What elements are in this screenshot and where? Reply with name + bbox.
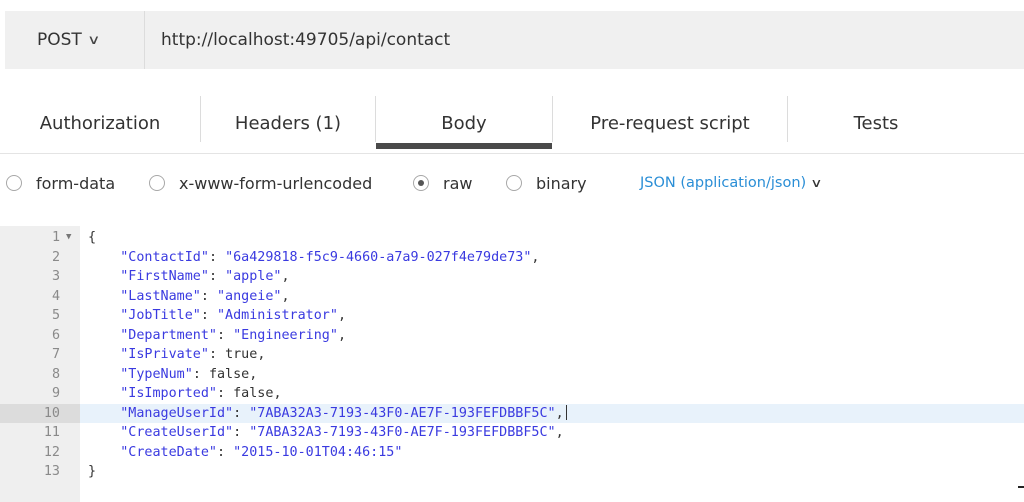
url-bar: POST ∨ http://localhost:49705/api/contac… (5, 11, 1024, 69)
mode-label: form-data (36, 173, 116, 193)
mode-raw[interactable]: raw (413, 174, 472, 193)
code-text: "CreateDate": "2015-10-01T04:46:15" (120, 444, 403, 460)
code-text: "IsImported": false, (120, 386, 282, 401)
json-key: "TypeNum" (120, 366, 193, 382)
code-text: "Department": "Engineering", (120, 327, 346, 343)
method-dropdown[interactable]: POST ∨ (5, 11, 145, 69)
code-line[interactable]: 11 "CreateUserId": "7ABA32A3-7193-43F0-A… (0, 423, 1024, 442)
tab-pre-request-script[interactable]: Pre-request script (553, 94, 787, 152)
json-key: "IsPrivate" (120, 347, 209, 362)
json-value: "7ABA32A3-7193-43F0-AE7F-193FEFDBBF5C" (249, 405, 556, 421)
line-number: 11 (43, 425, 60, 440)
code-line[interactable]: 9 "IsImported": false, (0, 384, 1024, 403)
content-type-dropdown[interactable]: JSON (application/json) ∨ (640, 175, 823, 191)
code-text: "CreateUserId": "7ABA32A3-7193-43F0-AE7F… (120, 425, 564, 440)
line-number: 8 (51, 366, 60, 382)
code-editor[interactable]: 1 ▼{2 "ContactId": "6a429818-f5c9-4660-a7… (0, 226, 1024, 502)
line-number: 10 (0, 403, 80, 423)
code-text: { (88, 230, 97, 245)
code-text: "IsPrivate": true, (120, 347, 266, 362)
json-key: "ManageUserId" (120, 405, 234, 421)
code-line[interactable]: 6 "Department": "Engineering", (0, 326, 1024, 345)
code-line[interactable]: 10 "ManageUserId": "7ABA32A3-7193-43F0-A… (0, 403, 1024, 423)
code-line[interactable]: 12 "CreateDate": "2015-10-01T04:46:15" (0, 443, 1024, 462)
line-number: 9 (51, 386, 60, 401)
code-line[interactable]: 5 "JobTitle": "Administrator", (0, 306, 1024, 325)
text-cursor (565, 405, 567, 420)
json-key: "ContactId" (120, 249, 209, 265)
json-key: "FirstName" (120, 269, 209, 284)
line-number: 7 (51, 347, 60, 362)
code-line[interactable]: 3 "FirstName": "apple", (0, 267, 1024, 286)
mode-form-data[interactable]: form-data (6, 174, 115, 193)
request-editor-panel: POST ∨ http://localhost:49705/api/contac… (0, 0, 1024, 502)
json-key: "IsImported" (120, 386, 217, 401)
content-type-label: JSON (application/json) (640, 175, 807, 191)
json-value: "6a429818-f5c9-4660-a7a9-027f4e79de73" (225, 249, 532, 265)
json-value: "Engineering" (233, 327, 338, 343)
mode-label: x-www-form-urlencoded (179, 173, 373, 193)
radio-button[interactable] (506, 175, 522, 191)
json-value: "apple" (225, 269, 282, 284)
code-line[interactable]: 4 "LastName": "angeie", (0, 287, 1024, 306)
chevron-down-icon: ∨ (86, 32, 101, 48)
code-text: "TypeNum": false, (120, 366, 258, 382)
line-number: 12 (43, 444, 60, 460)
line-number: 5 (51, 308, 60, 323)
code-text: } (88, 464, 97, 479)
json-value: "7ABA32A3-7193-43F0-AE7F-193FEFDBBF5C" (249, 425, 556, 440)
mode-label: raw (443, 173, 473, 193)
chevron-down-icon: ∨ (810, 176, 823, 190)
radio-button[interactable] (149, 175, 165, 191)
json-value: true (225, 347, 258, 362)
method-label: POST (37, 30, 82, 50)
tab-authorization[interactable]: Authorization (0, 94, 200, 152)
line-number: 4 (51, 288, 60, 304)
code-line[interactable]: 1 ▼{ (0, 228, 1024, 247)
mode-x-www-form-urlencoded[interactable]: x-www-form-urlencoded (149, 174, 372, 193)
code-text: "JobTitle": "Administrator", (120, 308, 346, 323)
json-key: "LastName" (120, 288, 201, 304)
code-line[interactable]: 2 "ContactId": "6a429818-f5c9-4660-a7a9-… (0, 248, 1024, 267)
mode-label: binary (536, 173, 587, 193)
resize-handle[interactable] (1018, 486, 1024, 488)
code-text: "FirstName": "apple", (120, 269, 290, 284)
mode-binary[interactable]: binary (506, 174, 587, 193)
tab-tests[interactable]: Tests (788, 94, 964, 152)
json-value: "angeie" (217, 288, 282, 304)
code-text: "LastName": "angeie", (120, 288, 290, 304)
line-number: 3 (51, 269, 60, 284)
tab-body[interactable]: Body (376, 94, 552, 152)
line-number: 2 (51, 249, 60, 265)
json-value: "2015-10-01T04:46:15" (233, 444, 403, 460)
request-tabs: Authorization Headers (1) Body Pre-reque… (0, 94, 1024, 154)
radio-button-checked[interactable] (413, 175, 429, 191)
json-key: "CreateDate" (120, 444, 217, 460)
code-line[interactable]: 8 "TypeNum": false, (0, 365, 1024, 384)
json-key: "CreateUserId" (120, 425, 234, 440)
json-value: false (233, 386, 274, 401)
tab-headers[interactable]: Headers (1) (201, 94, 375, 152)
json-key: "Department" (120, 327, 217, 343)
code-text: "ManageUserId": "7ABA32A3-7193-43F0-AE7F… (88, 404, 567, 423)
line-number: 6 (51, 327, 60, 343)
json-value: "Administrator" (217, 308, 338, 323)
json-value: false (208, 366, 250, 382)
fold-arrow-icon[interactable]: ▼ (66, 228, 71, 247)
url-input[interactable]: http://localhost:49705/api/contact (145, 30, 450, 50)
line-number: 13 (43, 464, 60, 479)
code-line[interactable]: 7 "IsPrivate": true, (0, 345, 1024, 364)
code-text: "ContactId": "6a429818-f5c9-4660-a7a9-02… (120, 249, 540, 265)
json-key: "JobTitle" (120, 308, 201, 323)
body-mode-selector: form-data x-www-form-urlencoded raw bina… (0, 166, 1024, 200)
code-line[interactable]: 13} (0, 462, 1024, 481)
radio-button[interactable] (6, 175, 22, 191)
